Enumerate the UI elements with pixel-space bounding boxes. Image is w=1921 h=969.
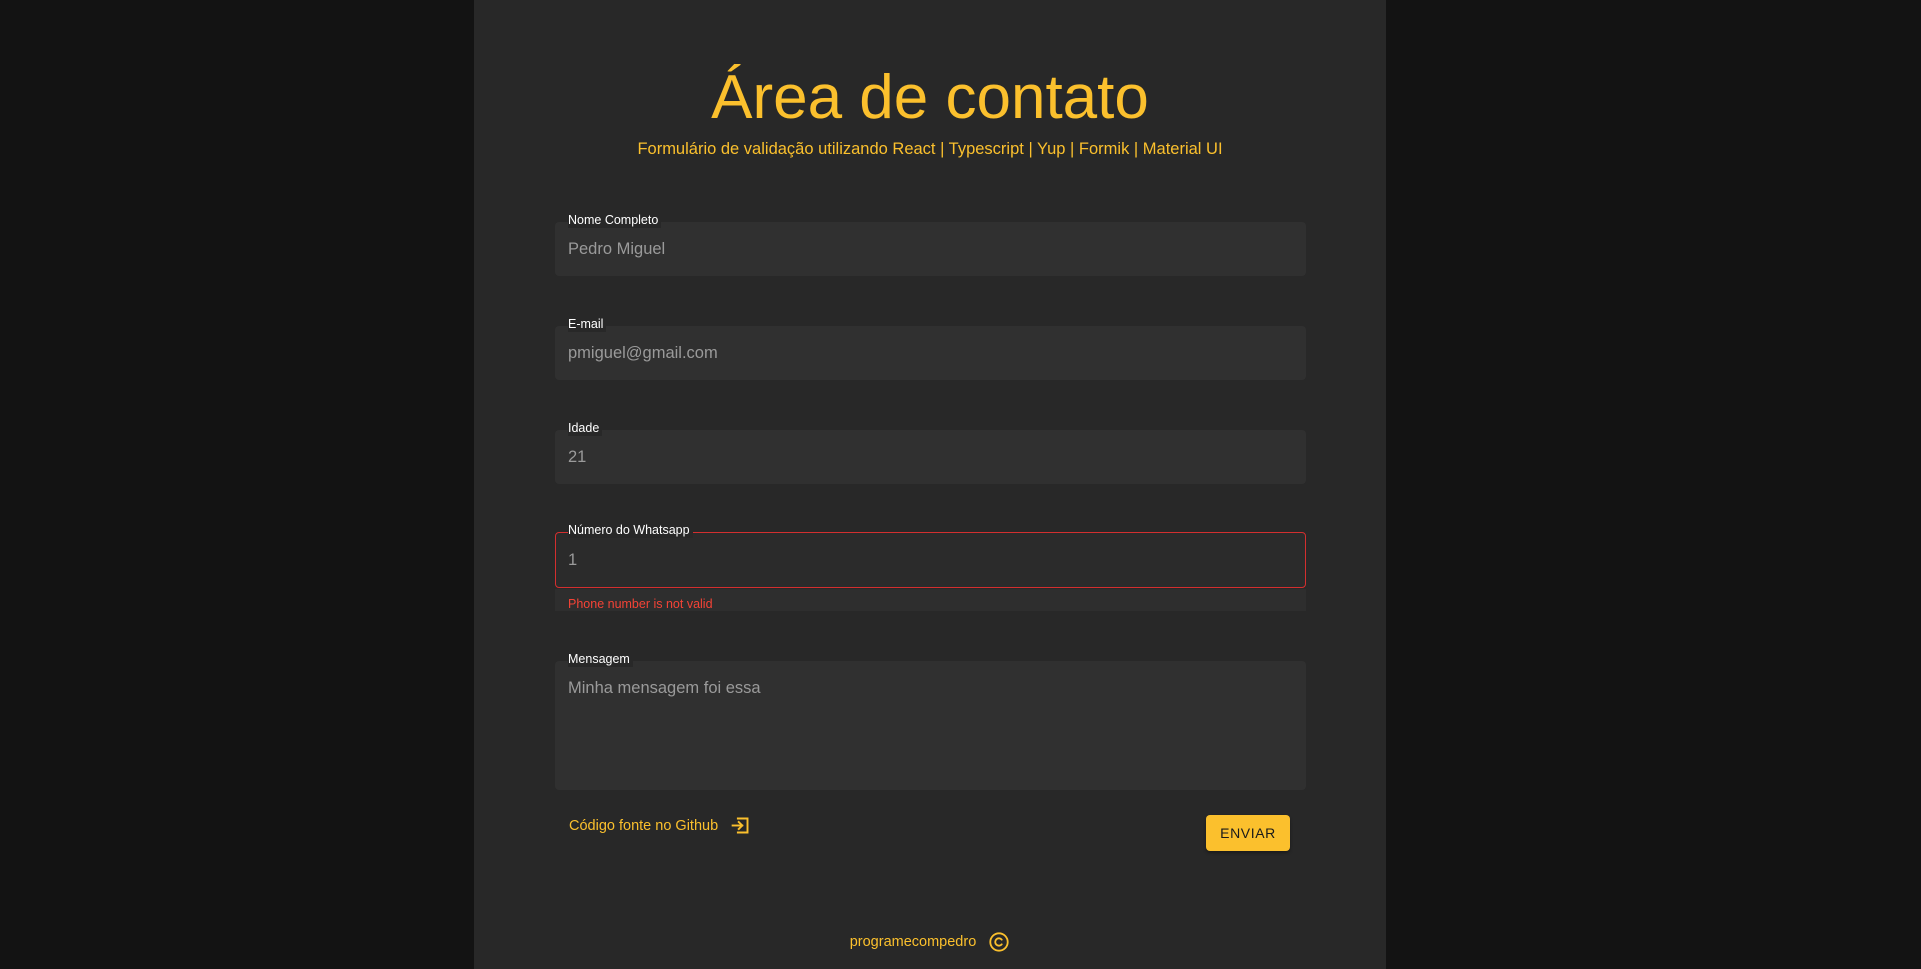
footer: programecompedro [474, 931, 1386, 953]
whatsapp-error-text: Phone number is not valid [568, 597, 713, 611]
contact-panel: Área de contato Formulário de validação … [474, 0, 1386, 969]
age-field-label: Idade [568, 420, 603, 436]
name-input[interactable] [555, 222, 1306, 276]
age-field-value[interactable]: 21 [568, 447, 586, 467]
whatsapp-input[interactable] [555, 532, 1306, 588]
github-link-label: Código fonte no Github [569, 817, 719, 834]
email-field-value[interactable]: pmiguel@gmail.com [568, 343, 718, 363]
page-subtitle: Formulário de validação utilizando React… [637, 140, 1223, 158]
whatsapp-field-value[interactable]: 1 [568, 550, 577, 570]
github-source-link[interactable]: Código fonte no Github [569, 815, 751, 836]
name-field-label: Nome Completo [568, 212, 662, 228]
submit-button[interactable]: ENVIAR [1206, 815, 1290, 851]
age-input[interactable] [555, 430, 1306, 484]
footer-author: programecompedro [849, 934, 977, 950]
message-field-value[interactable]: Minha mensagem foi essa [568, 678, 761, 698]
message-field-label: Mensagem [568, 651, 633, 667]
copyright-icon [988, 931, 1010, 953]
name-field-value[interactable]: Pedro Miguel [568, 239, 665, 259]
login-icon [730, 815, 751, 836]
whatsapp-field-label: Número do Whatsapp [568, 522, 693, 538]
email-field-label: E-mail [568, 316, 607, 332]
page-title: Área de contato [711, 63, 1149, 132]
